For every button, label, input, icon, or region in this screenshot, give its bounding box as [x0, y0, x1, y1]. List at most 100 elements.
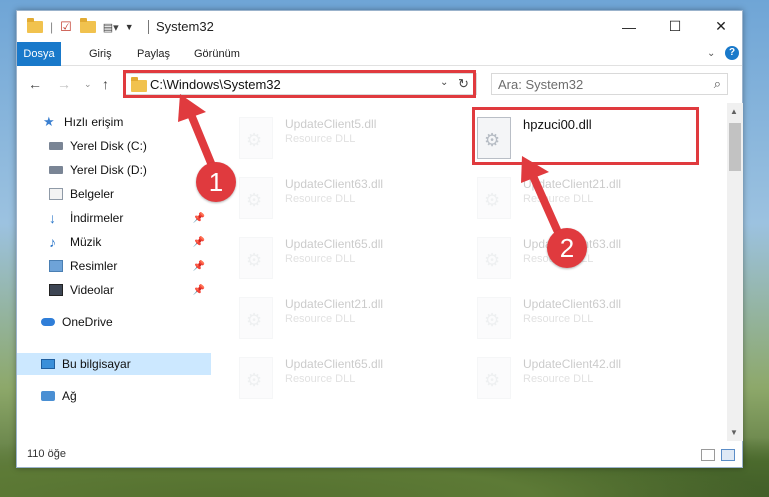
sidebar-item-label: Resimler — [70, 259, 118, 273]
file-name: UpdateClient63.dll — [523, 297, 622, 311]
scroll-down-icon[interactable]: ▼ — [730, 428, 738, 437]
search-input[interactable]: Ara: System32 ⌕ — [491, 73, 728, 95]
back-button[interactable]: ← — [28, 76, 42, 92]
pin-icon[interactable]: 📌 — [193, 237, 205, 248]
file-name: UpdateClient63.dll — [285, 177, 384, 191]
file-type: Resource DLL — [523, 313, 594, 325]
ribbon: Dosya Giriş Paylaş Görünüm ⌄ ? — [17, 42, 742, 66]
file-name: UpdateClient21.dll — [523, 177, 622, 191]
download-icon: ↓ — [49, 210, 56, 226]
network-icon — [41, 391, 55, 401]
close-button[interactable]: ✕ — [698, 11, 744, 42]
window-title: System32 — [156, 19, 214, 34]
dll-file-icon — [477, 177, 511, 219]
dll-file-icon — [239, 177, 273, 219]
file-type: Resource DLL — [523, 193, 594, 205]
scroll-thumb[interactable] — [729, 123, 741, 171]
search-icon[interactable]: ⌕ — [714, 76, 721, 92]
list-item[interactable]: UpdateClient63.dll Resource DLL — [477, 231, 697, 283]
dll-file-icon — [239, 237, 273, 279]
tiles-view-icon[interactable] — [721, 449, 735, 461]
navigation-pane: ★ Hızlı erişim Yerel Disk (C:) Yerel Dis… — [17, 103, 211, 441]
tab-gorunum[interactable]: Görünüm — [194, 42, 240, 66]
sidebar-item-onedrive[interactable]: OneDrive — [17, 311, 211, 333]
sidebar-item-label: İndirmeler — [70, 211, 124, 225]
pin-icon[interactable]: 📌 — [193, 285, 205, 296]
sidebar-item-label: Ağ — [62, 389, 77, 403]
vertical-scrollbar[interactable]: ▲ ▼ — [727, 103, 743, 441]
new-folder-icon[interactable] — [79, 18, 96, 33]
customize-icon[interactable]: ▤▾ — [103, 21, 119, 34]
sidebar-item-label: Videolar — [70, 283, 114, 297]
tab-dosya[interactable]: Dosya — [17, 42, 61, 66]
help-icon[interactable]: ? — [725, 46, 739, 60]
recent-locations-button[interactable]: ⌄ — [84, 79, 92, 90]
forward-button[interactable]: → — [57, 76, 71, 92]
sidebar-item-disk-d[interactable]: Yerel Disk (D:) — [17, 159, 211, 181]
sidebar-item-label: Yerel Disk (D:) — [70, 163, 147, 177]
computer-icon — [41, 359, 55, 369]
pictures-icon — [49, 260, 63, 272]
list-item[interactable]: UpdateClient63.dll Resource DLL — [477, 291, 697, 343]
file-type: Resource DLL — [523, 373, 594, 385]
file-type: Resource DLL — [285, 133, 356, 145]
sidebar-item-music[interactable]: ♪ Müzik 📌 — [17, 231, 211, 253]
file-type: Resource DLL — [285, 253, 356, 265]
file-name: UpdateClient42.dll — [523, 357, 622, 371]
video-icon — [49, 284, 63, 296]
drive-icon — [49, 166, 63, 174]
list-item[interactable]: UpdateClient21.dll Resource DLL — [239, 291, 459, 343]
dll-file-icon — [477, 357, 511, 399]
sidebar-item-this-pc[interactable]: Bu bilgisayar — [17, 353, 211, 375]
file-name: UpdateClient65.dll — [285, 237, 384, 251]
status-bar: 110 öğe — [17, 443, 742, 467]
tab-paylas[interactable]: Paylaş — [137, 42, 170, 66]
music-icon: ♪ — [49, 234, 56, 250]
sidebar-item-label: Hızlı erişim — [64, 115, 124, 129]
step-badge-2: 2 — [547, 228, 587, 268]
sidebar-item-pictures[interactable]: Resimler 📌 — [17, 255, 211, 277]
sidebar-item-documents[interactable]: Belgeler — [17, 183, 211, 205]
sidebar-item-quick-access[interactable]: ★ Hızlı erişim — [17, 111, 211, 133]
list-item[interactable]: UpdateClient21.dll Resource DLL — [477, 171, 697, 223]
item-count: 110 öğe — [27, 448, 66, 460]
address-highlight-box — [123, 70, 476, 98]
dll-file-icon — [477, 237, 511, 279]
scroll-up-icon[interactable]: ▲ — [730, 107, 738, 116]
file-name: UpdateClient5.dll — [285, 117, 377, 131]
sidebar-item-downloads[interactable]: ↓ İndirmeler 📌 — [17, 207, 211, 229]
list-item[interactable]: UpdateClient63.dll Resource DLL — [239, 171, 459, 223]
pin-icon[interactable]: 📌 — [193, 213, 205, 224]
sidebar-item-label: Müzik — [70, 235, 102, 249]
pin-icon[interactable]: 📌 — [193, 261, 205, 272]
dll-file-icon — [239, 297, 273, 339]
sidebar-item-label: Yerel Disk (C:) — [70, 139, 147, 153]
sidebar-item-videos[interactable]: Videolar 📌 — [17, 279, 211, 301]
tab-giris[interactable]: Giriş — [89, 42, 112, 66]
search-placeholder: Ara: System32 — [498, 77, 584, 92]
file-type: Resource DLL — [285, 373, 356, 385]
folder-icon — [27, 18, 43, 33]
list-item[interactable]: UpdateClient42.dll Resource DLL — [477, 351, 697, 403]
up-button[interactable]: ↑ — [102, 76, 109, 92]
file-type: Resource DLL — [285, 193, 356, 205]
sidebar-item-disk-c[interactable]: Yerel Disk (C:) — [17, 135, 211, 157]
list-item[interactable]: UpdateClient65.dll Resource DLL — [239, 231, 459, 283]
list-item[interactable]: UpdateClient5.dll Resource DLL — [239, 111, 459, 163]
separator: | — [50, 20, 54, 34]
list-item[interactable]: UpdateClient65.dll Resource DLL — [239, 351, 459, 403]
file-highlight-box — [472, 107, 699, 165]
sidebar-item-network[interactable]: Ağ — [17, 385, 211, 407]
details-view-icon[interactable] — [701, 449, 715, 461]
maximize-button[interactable]: ☐ — [652, 11, 698, 42]
step-badge-1: 1 — [196, 162, 236, 202]
minimize-button[interactable]: — — [606, 11, 652, 42]
star-icon: ★ — [43, 114, 55, 129]
drive-icon — [49, 142, 63, 150]
properties-icon[interactable]: ☑ — [60, 19, 72, 35]
sidebar-item-label: Belgeler — [70, 187, 115, 201]
sidebar-item-label: OneDrive — [62, 315, 113, 329]
dropdown-icon[interactable]: ▼ — [125, 22, 134, 32]
expand-ribbon-icon[interactable]: ⌄ — [707, 48, 715, 59]
cloud-icon — [41, 318, 55, 326]
